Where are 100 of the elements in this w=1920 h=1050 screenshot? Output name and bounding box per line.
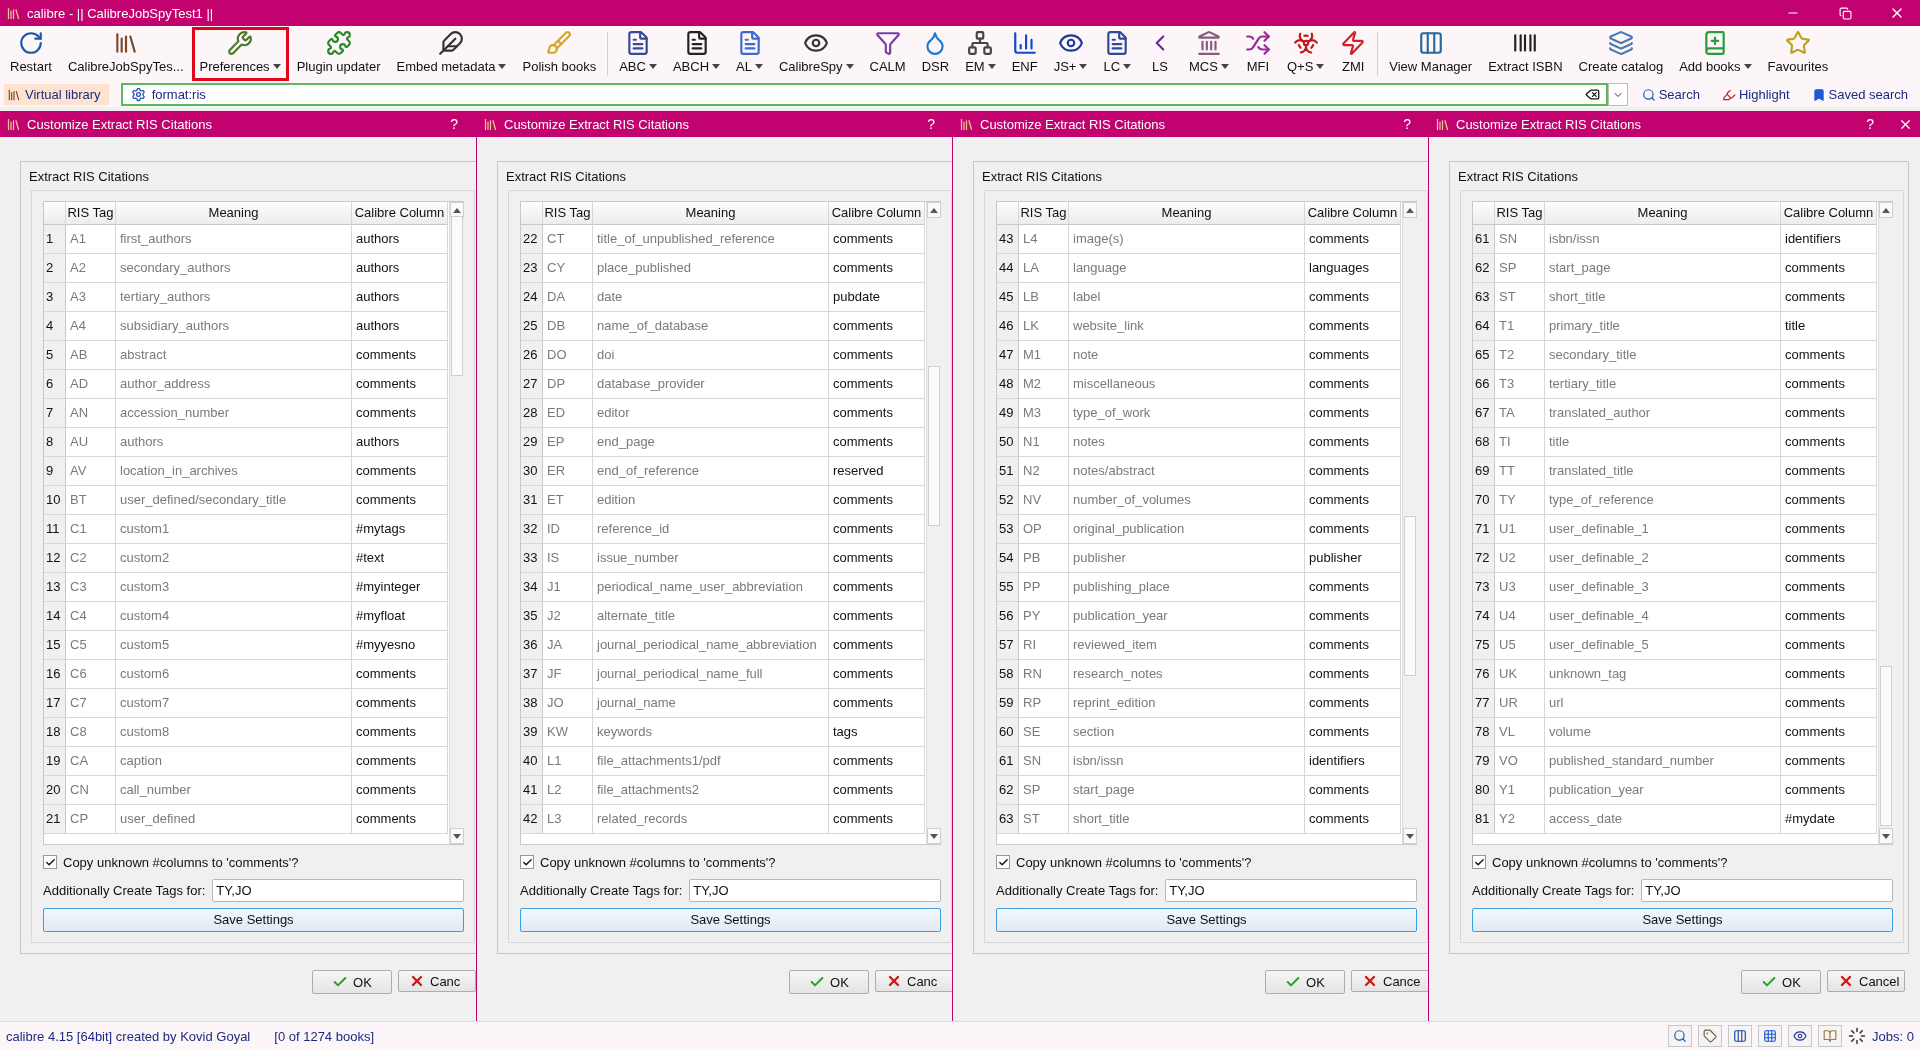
caret-icon[interactable]	[1123, 64, 1132, 69]
table-cell[interactable]: comments	[1781, 747, 1877, 776]
help-button[interactable]: ?	[1866, 116, 1874, 132]
table-cell[interactable]: reserved	[829, 457, 925, 486]
table-cell[interactable]: title	[1781, 312, 1877, 341]
toolbar-button[interactable]: Preferences	[191, 27, 289, 81]
table-cell[interactable]: publisher	[1305, 544, 1401, 573]
toolbar-button[interactable]: CALM	[861, 27, 914, 81]
table-cell[interactable]: comments	[829, 573, 925, 602]
ok-button[interactable]: OK	[1265, 970, 1345, 994]
scroll-thumb[interactable]	[928, 366, 940, 526]
caret-icon[interactable]	[987, 64, 996, 69]
help-button[interactable]: ?	[450, 116, 458, 132]
cancel-button[interactable]: Cancel	[1827, 970, 1905, 992]
table-cell[interactable]: comments	[1305, 689, 1401, 718]
toolbar-button[interactable]: JS+	[1045, 27, 1096, 81]
table-cell[interactable]: comments	[1305, 718, 1401, 747]
column-header[interactable]: Meaning	[1069, 202, 1305, 225]
table-cell[interactable]: comments	[1305, 776, 1401, 805]
toolbar-button[interactable]: ENF	[1003, 27, 1046, 81]
toolbar-button[interactable]: CalibreJobSpyTes...	[59, 27, 192, 81]
tags-input-field[interactable]: TY,JO	[1165, 879, 1417, 902]
scrollbar[interactable]	[1878, 202, 1893, 844]
table-cell[interactable]: comments	[352, 341, 448, 370]
help-button[interactable]: ?	[927, 116, 935, 132]
column-header[interactable]: Calibre Column	[1305, 202, 1401, 225]
table-cell[interactable]: comments	[829, 689, 925, 718]
up-arrow-icon[interactable]	[1406, 207, 1414, 213]
save-settings-button[interactable]: Save Settings	[43, 908, 464, 932]
table-cell[interactable]: comments	[1781, 341, 1877, 370]
toolbar-button[interactable]: View Manager	[1381, 27, 1481, 81]
table-cell[interactable]: comments	[352, 689, 448, 718]
table-cell[interactable]: comments	[1781, 254, 1877, 283]
tags-input-field[interactable]: TY,JO	[212, 879, 464, 902]
columns-button[interactable]	[1728, 1025, 1753, 1047]
caret-icon[interactable]	[1316, 64, 1325, 69]
toolbar-button[interactable]: Add books	[1671, 27, 1760, 81]
table-cell[interactable]: identifiers	[1305, 747, 1401, 776]
column-header[interactable]: RIS Tag	[66, 202, 116, 225]
table-cell[interactable]: comments	[1305, 312, 1401, 341]
table-cell[interactable]: comments	[1781, 660, 1877, 689]
virtual-library-button[interactable]: Virtual library	[4, 84, 109, 105]
table-cell[interactable]: comments	[1305, 370, 1401, 399]
table-cell[interactable]: tags	[829, 718, 925, 747]
table-cell[interactable]: comments	[829, 805, 925, 834]
toolbar-button[interactable]: ZMI	[1332, 27, 1375, 81]
table-cell[interactable]: comments	[829, 225, 925, 254]
table-cell[interactable]: #myyesno	[352, 631, 448, 660]
caret-icon[interactable]	[272, 64, 281, 69]
tag-button[interactable]	[1698, 1025, 1723, 1047]
checkbox[interactable]	[43, 855, 57, 869]
table-cell[interactable]: comments	[1305, 660, 1401, 689]
table-cell[interactable]: comments	[1305, 486, 1401, 515]
cancel-button[interactable]: Canc	[875, 970, 952, 992]
table-cell[interactable]: comments	[352, 370, 448, 399]
down-arrow-icon[interactable]	[453, 833, 461, 839]
table-cell[interactable]: comments	[352, 399, 448, 428]
table-cell[interactable]: comments	[1781, 689, 1877, 718]
column-header[interactable]: Calibre Column	[829, 202, 925, 225]
table-cell[interactable]: comments	[352, 805, 448, 834]
toolbar-button[interactable]: MFI	[1236, 27, 1279, 81]
table-cell[interactable]: comments	[829, 312, 925, 341]
eye-button[interactable]	[1788, 1025, 1813, 1047]
table-cell[interactable]: comments	[1305, 428, 1401, 457]
table-cell[interactable]: comments	[829, 486, 925, 515]
caret-icon[interactable]	[1079, 64, 1088, 69]
scroll-thumb[interactable]	[1404, 516, 1416, 676]
toolbar-button[interactable]: Embed metadata	[388, 27, 515, 81]
table-cell[interactable]: comments	[829, 602, 925, 631]
table-cell[interactable]: comments	[1305, 602, 1401, 631]
table-cell[interactable]: comments	[829, 428, 925, 457]
toolbar-button[interactable]: EM	[957, 27, 1004, 81]
table-cell[interactable]: comments	[352, 747, 448, 776]
table-cell[interactable]: comments	[1305, 631, 1401, 660]
toolbar-button[interactable]: LS	[1139, 27, 1182, 81]
scrollbar[interactable]	[1402, 202, 1417, 844]
table-cell[interactable]: comments	[1781, 370, 1877, 399]
tags-input-field[interactable]: TY,JO	[689, 879, 941, 902]
table-cell[interactable]: authors	[352, 312, 448, 341]
column-header[interactable]: Meaning	[1545, 202, 1781, 225]
table-cell[interactable]: identifiers	[1781, 225, 1877, 254]
column-header[interactable]: RIS Tag	[1019, 202, 1069, 225]
scroll-thumb[interactable]	[451, 216, 463, 376]
table-cell[interactable]: comments	[352, 776, 448, 805]
table-cell[interactable]: comments	[1305, 399, 1401, 428]
table-cell[interactable]: comments	[829, 660, 925, 689]
cancel-button[interactable]: Cance	[1351, 970, 1428, 992]
table-cell[interactable]: comments	[1305, 341, 1401, 370]
table-cell[interactable]: comments	[1781, 515, 1877, 544]
table-cell[interactable]: #text	[352, 544, 448, 573]
table-cell[interactable]: pubdate	[829, 283, 925, 312]
search-button[interactable]	[1668, 1025, 1693, 1047]
table-cell[interactable]: comments	[1781, 631, 1877, 660]
column-header[interactable]: Meaning	[593, 202, 829, 225]
down-arrow-icon[interactable]	[1882, 833, 1890, 839]
search-button[interactable]: Search	[1633, 87, 1708, 102]
jobs-count[interactable]: Jobs: 0	[1872, 1028, 1914, 1044]
table-cell[interactable]: #myfloat	[352, 602, 448, 631]
scrollbar[interactable]	[926, 202, 941, 844]
table-cell[interactable]: comments	[829, 370, 925, 399]
